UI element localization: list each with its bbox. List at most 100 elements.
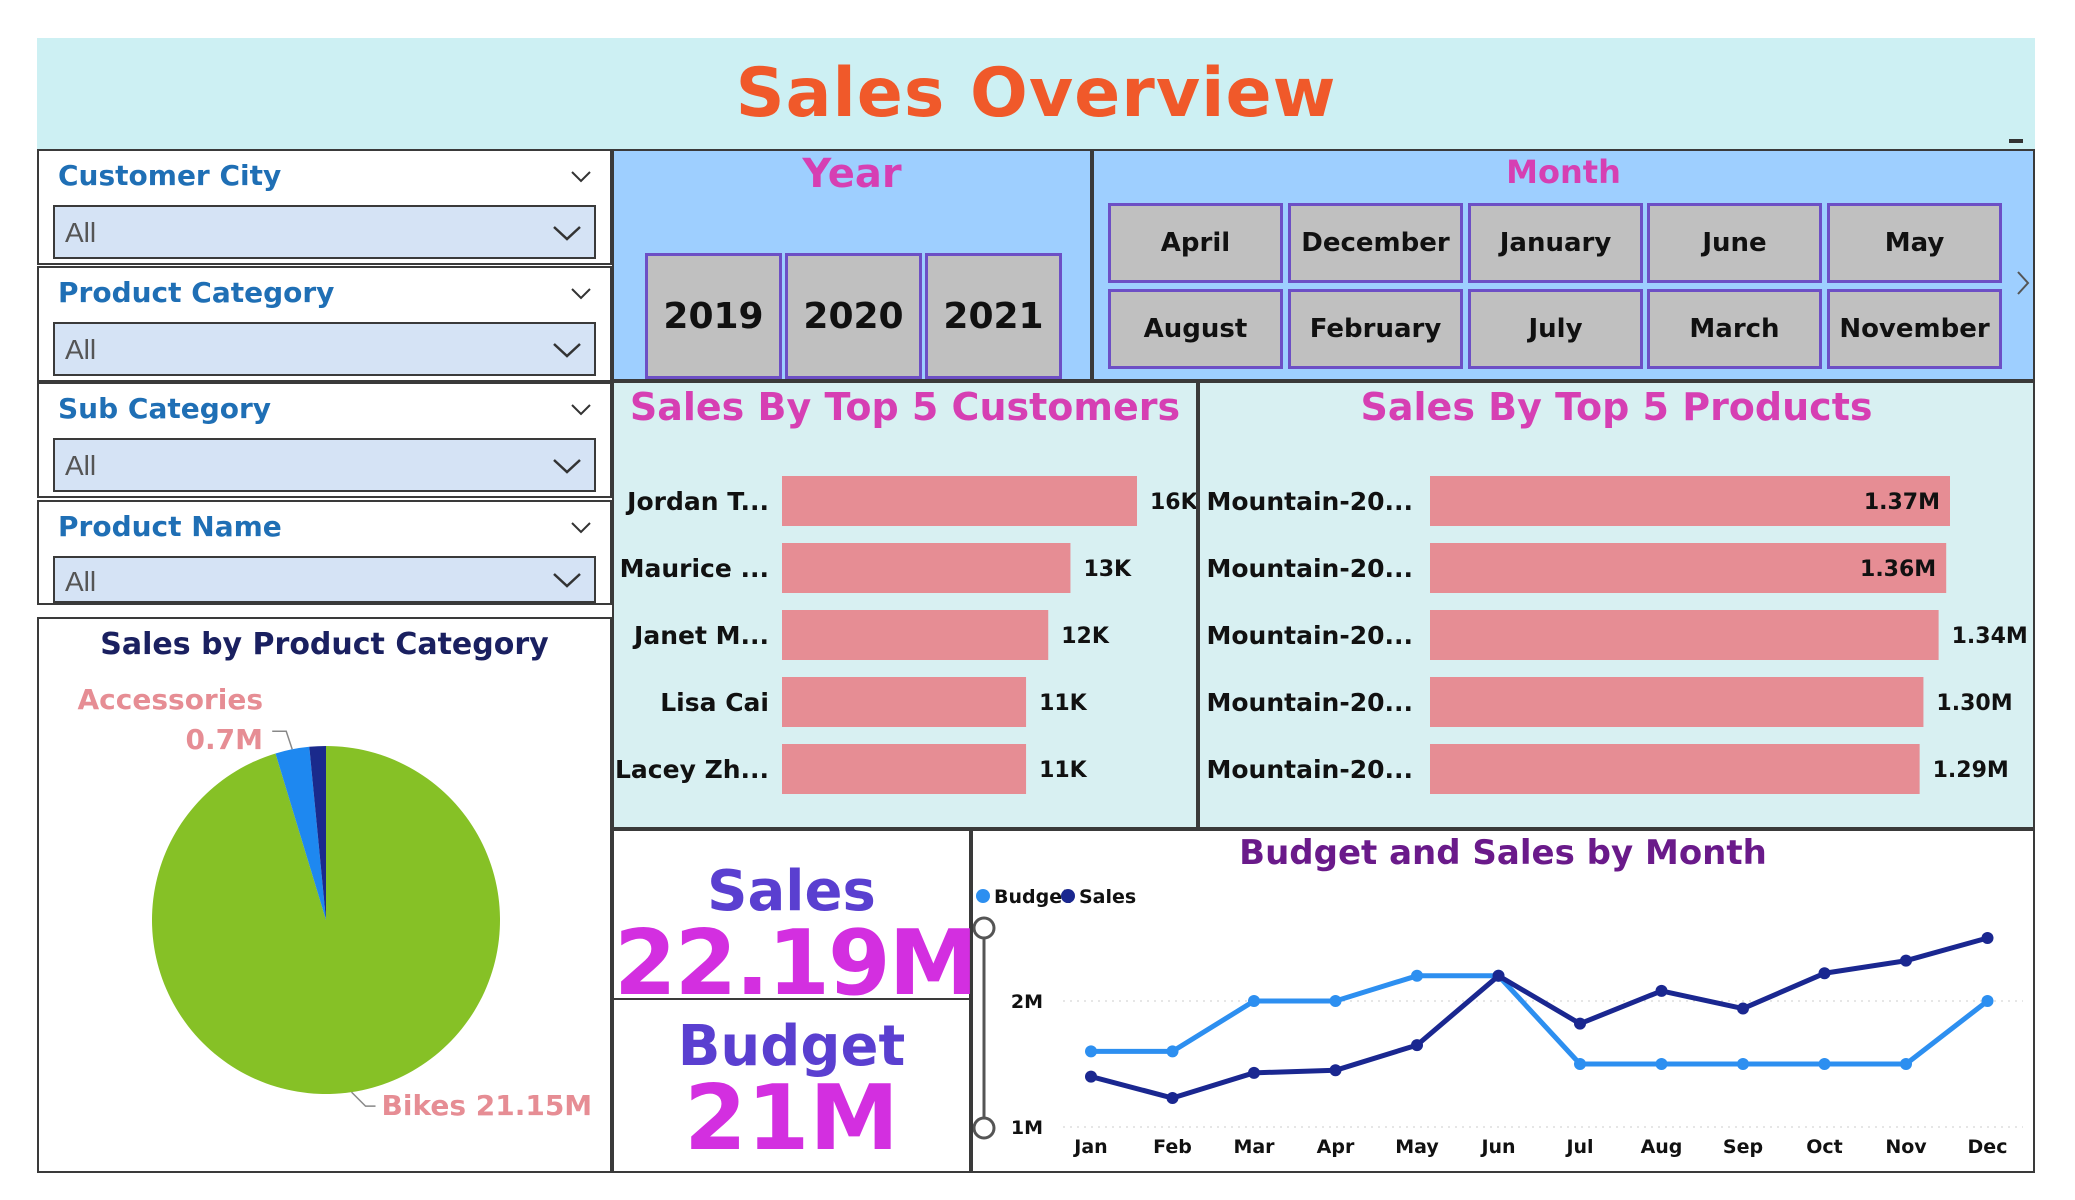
series-point-budget (1085, 1045, 1097, 1058)
slicer-sub-category: Sub Category All (37, 382, 612, 498)
series-point-budget (1737, 1058, 1749, 1070)
slicer-title: Product Category (58, 276, 335, 309)
title-banner: Sales Overview (37, 38, 2035, 149)
bar (1430, 677, 1924, 727)
bar-category-label: Mountain-20... (1207, 621, 1414, 650)
bar-data-label: 1.36M (1860, 557, 1936, 582)
year-slicer: Year 2019 2020 2021 (612, 149, 1092, 381)
bar-data-label: 1.29M (1933, 758, 2009, 783)
bar (782, 543, 1071, 593)
y-tick-label: 1M (1011, 1117, 1043, 1139)
bar-data-label: 1.37M (1864, 490, 1940, 515)
bar-category-label: Maurice ... (620, 554, 769, 583)
month-tile[interactable]: March (1647, 289, 1822, 369)
pie-value-accessories: 0.7M (186, 723, 263, 756)
slicer-dropdown[interactable]: All (53, 205, 596, 259)
month-tile[interactable]: July (1468, 289, 1643, 369)
x-tick-label: Jun (1479, 1136, 1515, 1158)
bar-category-label: Mountain-20... (1207, 755, 1414, 784)
x-tick-label: Apr (1317, 1136, 1355, 1158)
category-pie-chart: Sales by Product Category Bikes 21.15M Ac… (37, 617, 612, 1173)
bar-data-label: 16K (1150, 490, 1196, 515)
year-tile-2019[interactable]: 2019 (645, 253, 782, 379)
bar (1430, 610, 1939, 660)
series-point-budget (1248, 995, 1260, 1007)
slicer-customer-city: Customer City All (37, 149, 612, 265)
y-tick-label: 2M (1011, 991, 1043, 1013)
slicer-product-name: Product Name All (37, 500, 612, 605)
month-tile[interactable]: June (1647, 203, 1822, 283)
series-point-sales (1085, 1070, 1097, 1083)
minimize-icon[interactable] (2009, 139, 2023, 143)
series-point-budget (1329, 995, 1342, 1007)
slicer-dropdown[interactable]: All (53, 438, 596, 492)
month-tile[interactable]: May (1827, 203, 2002, 283)
zoom-slider-handle (973, 916, 996, 940)
bar (1430, 744, 1920, 794)
bar-category-label: Janet M... (632, 621, 769, 650)
legend-label: Sales (1079, 886, 1136, 908)
bar-data-label: 12K (1061, 624, 1110, 649)
series-point-budget (1411, 969, 1423, 982)
slicer-value: All (65, 334, 97, 365)
chevron-down-icon (553, 226, 581, 241)
month-tile[interactable]: November (1827, 289, 2002, 369)
year-tile-2021[interactable]: 2021 (925, 253, 1062, 379)
series-point-budget (1981, 995, 1994, 1007)
series-point-budget (1818, 1058, 1831, 1070)
series-point-sales (1574, 1017, 1586, 1030)
series-point-sales (1818, 967, 1831, 980)
slicer-value: All (65, 566, 97, 597)
x-tick-label: Oct (1806, 1136, 1843, 1158)
budget-kpi-value: 21M (684, 1066, 899, 1171)
series-point-sales (1981, 932, 1994, 944)
pie-leader-line (350, 1091, 376, 1107)
month-tile[interactable]: February (1288, 289, 1463, 369)
zoom-slider-handle (973, 1116, 996, 1140)
bar-data-label: 13K (1083, 557, 1132, 582)
slicer-value: All (65, 217, 97, 248)
month-tile[interactable]: December (1288, 203, 1463, 283)
pie-plot: Bikes 21.15M Accessories 0.7M (78, 683, 593, 1122)
customers-bar-plot: Jordan T... 16K Maurice ... 13K Janet M... 12… (615, 476, 1196, 794)
x-tick-label: Mar (1233, 1136, 1275, 1158)
bar-category-label: Lacey Zh... (615, 755, 769, 784)
series-point-budget (1655, 1058, 1668, 1070)
chevron-down-icon (553, 459, 581, 474)
month-tile[interactable]: August (1108, 289, 1283, 369)
bar (782, 476, 1137, 526)
bar (782, 610, 1049, 660)
slicer-dropdown[interactable]: All (53, 322, 596, 376)
bar-category-label: Mountain-20... (1207, 554, 1414, 583)
slicer-product-category: Product Category All (37, 266, 612, 382)
bar-category-label: Jordan T... (625, 487, 769, 516)
series-point-budget (1900, 1058, 1912, 1070)
x-tick-label: Feb (1153, 1136, 1192, 1158)
chevron-down-icon[interactable] (570, 165, 592, 187)
month-slicer: Month April December January June May Au… (1092, 149, 2035, 381)
chevron-down-icon[interactable] (570, 282, 592, 304)
top-products-chart: Sales By Top 5 Products Mountain-20... 1.… (1198, 381, 2035, 829)
chevron-down-icon[interactable] (570, 516, 592, 538)
x-tick-label: Nov (1885, 1136, 1927, 1158)
month-tile[interactable]: January (1468, 203, 1643, 283)
legend-label: Budget (994, 886, 1071, 908)
series-point-sales (1655, 984, 1668, 997)
line-plot: Budget Sales 1M 2M Jan Feb Mar Apr May Jun Jul Aug S… (973, 886, 2023, 1158)
chevron-down-icon[interactable] (570, 398, 592, 420)
chevron-down-icon (553, 573, 581, 588)
slicer-dropdown[interactable]: All (53, 556, 596, 603)
bar (782, 744, 1027, 794)
series-point-sales (1492, 969, 1505, 982)
year-tile-2020[interactable]: 2020 (785, 253, 922, 379)
top-customers-chart: Sales By Top 5 Customers Jordan T... 16K M… (612, 381, 1198, 829)
x-tick-label: Sep (1723, 1136, 1763, 1158)
pie-label-accessories: Accessories (78, 683, 264, 716)
chevron-down-icon (553, 343, 581, 358)
legend-marker (1061, 889, 1075, 903)
chevron-right-icon[interactable] (2015, 269, 2031, 297)
month-tile[interactable]: April (1108, 203, 1283, 283)
slicer-title: Product Name (58, 510, 282, 543)
budget-sales-line-chart: Budget and Sales by Month Budget Sales 1M 2… (971, 829, 2035, 1173)
products-bar-plot: Mountain-20... 1.37M Mountain-20... 1.36M Mo… (1207, 476, 2028, 794)
